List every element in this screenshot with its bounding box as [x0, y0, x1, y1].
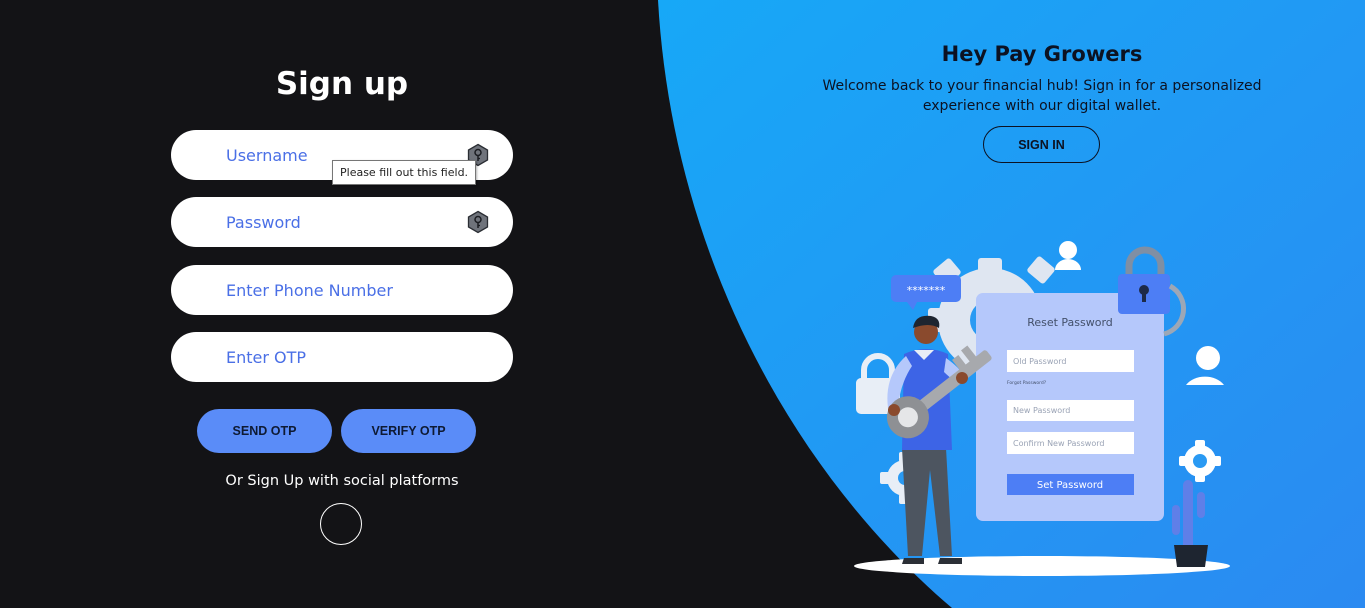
social-signup-text: Or Sign Up with social platforms: [225, 473, 459, 489]
signup-title: Sign up: [275, 66, 409, 102]
confirm-password-label: Confirm New Password: [1013, 439, 1104, 448]
phone-input[interactable]: [226, 265, 456, 315]
phone-field: [171, 265, 513, 315]
password-field: [171, 197, 513, 247]
otp-field: [171, 332, 513, 382]
otp-input[interactable]: [226, 332, 456, 382]
new-password-label: New Password: [1013, 406, 1070, 415]
reset-card-title: Reset Password: [1027, 316, 1113, 329]
masked-password: *******: [907, 284, 946, 297]
sign-in-button[interactable]: SIGN IN: [983, 126, 1100, 163]
user-icon: [1055, 241, 1081, 270]
forgot-password-label: Forgot Password?: [1007, 380, 1047, 386]
key-icon: [467, 210, 489, 234]
hero-description: Welcome back to your financial hub! Sign…: [822, 78, 1262, 114]
user-icon: [1186, 346, 1224, 385]
password-input[interactable]: [226, 197, 456, 247]
social-login-button[interactable]: [320, 503, 362, 545]
lock-icon: [1118, 246, 1170, 314]
cactus-plant: [1172, 480, 1208, 567]
set-password-label: Set Password: [1037, 480, 1103, 491]
hero-title: Hey Pay Growers: [941, 42, 1143, 66]
verify-otp-button[interactable]: VERIFY OTP: [341, 409, 476, 453]
reset-password-illustration: Reset Password Old Password Forgot Passw…: [854, 241, 1230, 576]
send-otp-button[interactable]: SEND OTP: [197, 409, 332, 453]
old-password-label: Old Password: [1013, 357, 1067, 366]
validation-tooltip: Please fill out this field.: [332, 160, 477, 185]
